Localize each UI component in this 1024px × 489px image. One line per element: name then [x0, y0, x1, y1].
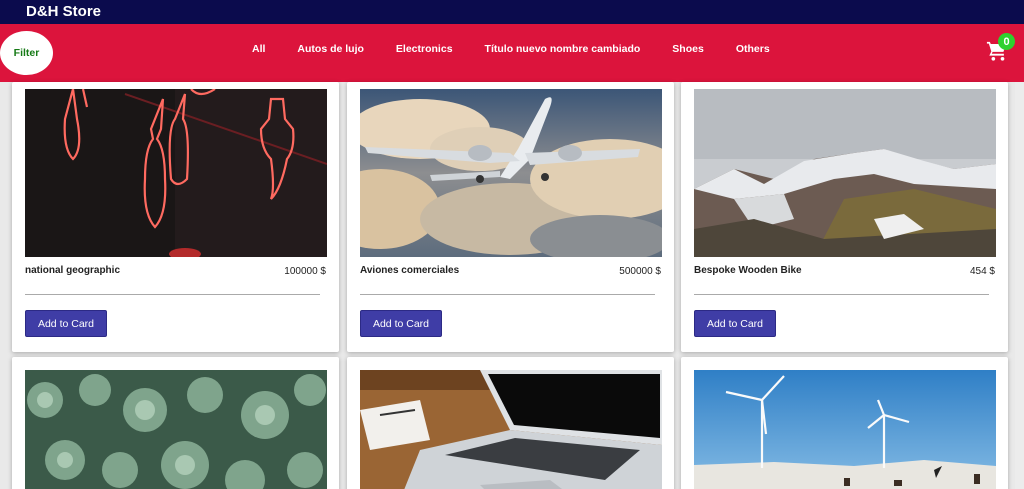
product-name: Aviones comerciales — [360, 265, 460, 276]
product-card: national geographic 100000 $ Add to Card — [12, 82, 339, 352]
nav-item-titulo[interactable]: Título nuevo nombre cambiado — [485, 41, 641, 57]
product-image-wind-turbines[interactable] — [694, 370, 996, 489]
product-name: national geographic — [25, 265, 121, 276]
add-to-card-button[interactable]: Add to Card — [694, 310, 776, 337]
product-image-succulents[interactable] — [25, 370, 327, 489]
product-image-neon[interactable] — [25, 89, 327, 257]
top-bar: D&H Store — [0, 0, 1024, 24]
product-card: Bespoke Wooden Bike 454 $ Add to Card — [681, 82, 1008, 352]
nav-item-electronics[interactable]: Electronics — [396, 41, 453, 57]
product-card — [681, 357, 1008, 489]
product-price: 500000 $ — [619, 266, 661, 277]
category-nav: All Autos de lujo Electronics Título nue… — [252, 41, 770, 57]
page-scrollbar[interactable] — [1015, 82, 1024, 489]
product-price: 100000 $ — [284, 266, 326, 277]
filter-button[interactable]: Filter — [0, 31, 53, 75]
product-image-airplane[interactable] — [360, 89, 662, 257]
category-navbar: Filter All Autos de lujo Electronics Tít… — [0, 24, 1024, 82]
product-card: Aviones comerciales 500000 $ Add to Card — [347, 82, 674, 352]
cart-count-badge: 0 — [998, 33, 1015, 50]
nav-item-all[interactable]: All — [252, 41, 265, 57]
card-divider — [694, 294, 989, 295]
product-card — [347, 357, 674, 489]
add-to-card-button[interactable]: Add to Card — [25, 310, 107, 337]
card-divider — [25, 294, 320, 295]
card-divider — [360, 294, 655, 295]
nav-item-others[interactable]: Others — [736, 41, 770, 57]
add-to-card-button[interactable]: Add to Card — [360, 310, 442, 337]
nav-item-autos-de-lujo[interactable]: Autos de lujo — [297, 41, 364, 57]
product-image-laptop[interactable] — [360, 370, 662, 489]
product-name: Bespoke Wooden Bike — [694, 265, 802, 276]
product-price: 454 $ — [969, 266, 995, 277]
store-brand[interactable]: D&H Store — [26, 3, 101, 21]
nav-item-shoes[interactable]: Shoes — [672, 41, 704, 57]
product-image-mountains[interactable] — [694, 89, 996, 257]
product-card — [12, 357, 339, 489]
